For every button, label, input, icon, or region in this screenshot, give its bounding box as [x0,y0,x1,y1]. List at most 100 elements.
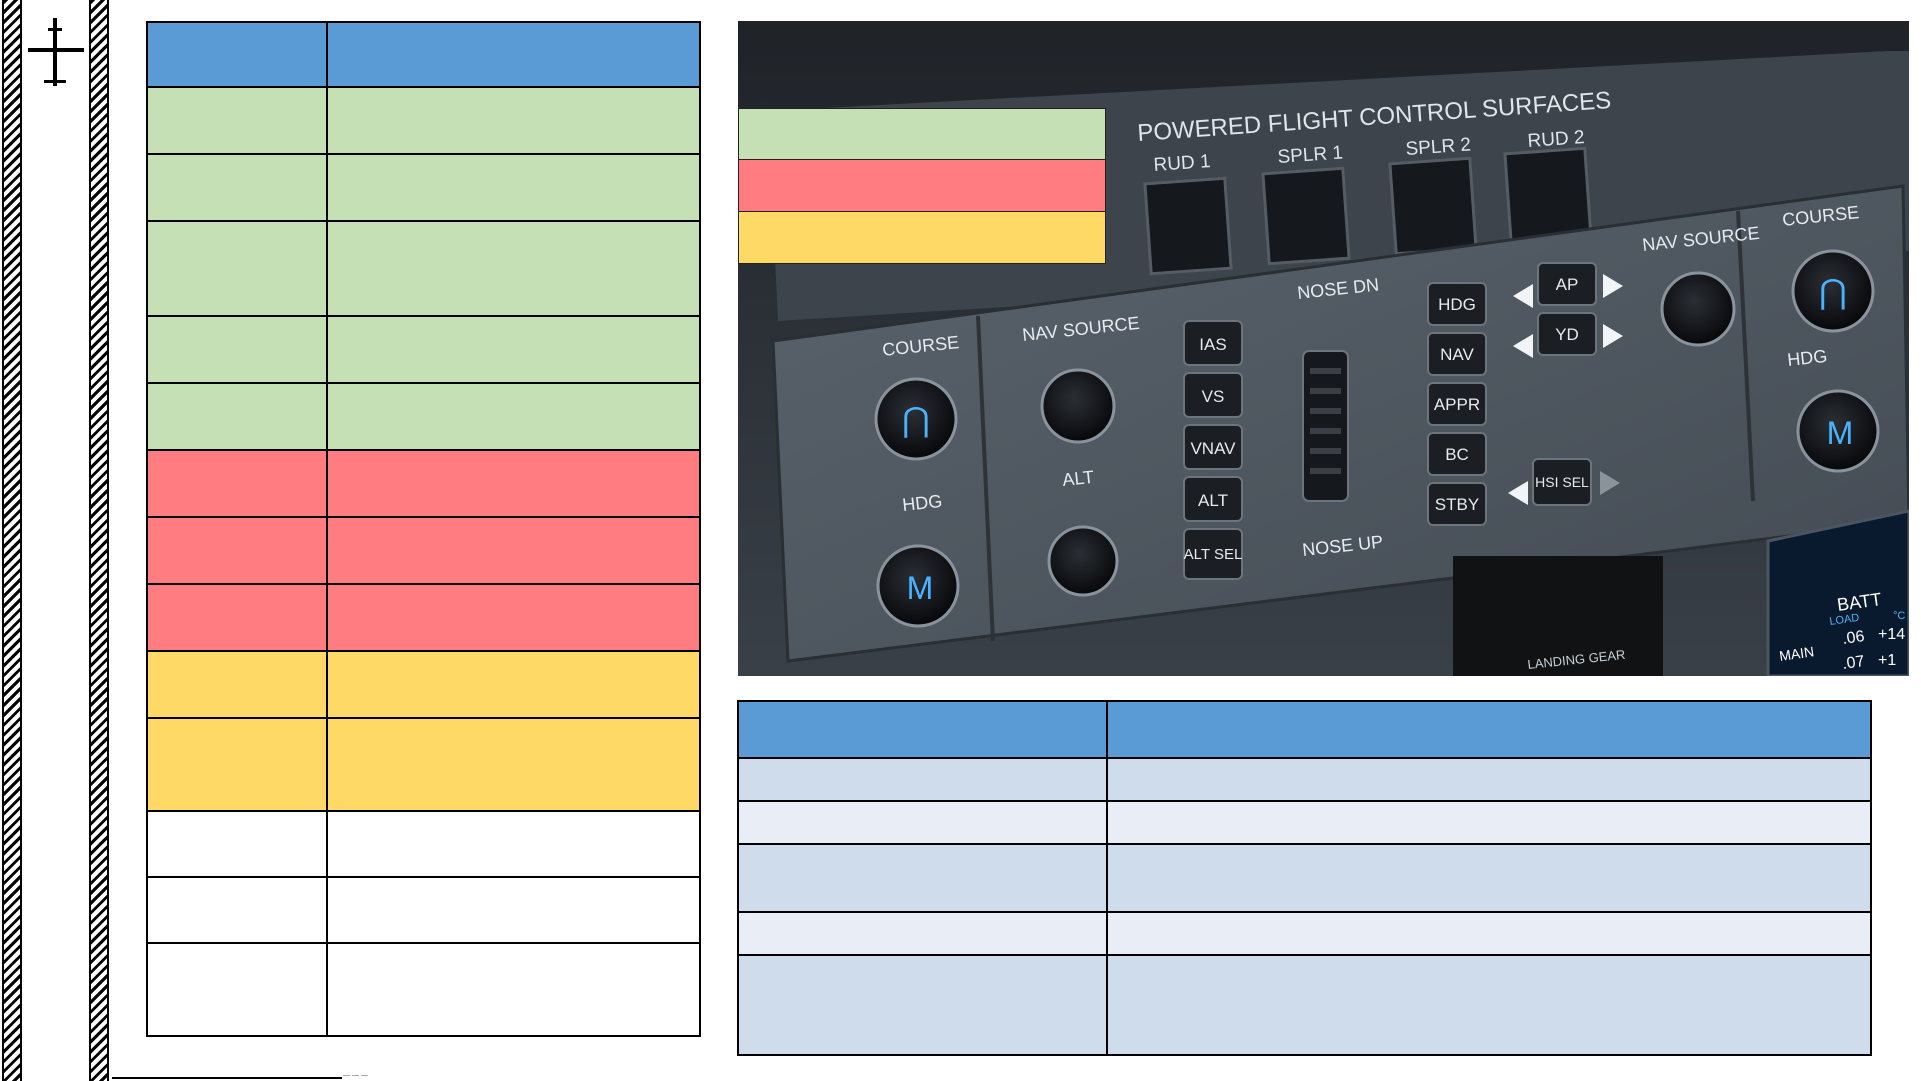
table-cell [326,449,701,518]
color-legend [738,108,1106,264]
table-cell [146,315,328,384]
table-row [737,800,1872,845]
table-cell [737,757,1108,802]
table-row [146,516,701,585]
table-cell [326,583,701,652]
table-cell [146,382,328,451]
table-row [146,86,701,155]
svg-text:STBY: STBY [1435,495,1479,514]
appr-button[interactable]: APPR [1427,382,1487,426]
svg-text:AP: AP [1556,275,1579,294]
hdg-right-label: HDG [1786,346,1828,370]
table-row [146,449,701,518]
hdg-knob[interactable]: M [876,544,960,628]
vs-button[interactable]: VS [1183,372,1243,418]
table-cell [146,650,328,719]
table-cell [1106,843,1872,913]
surface-label: RUD 1 [1153,151,1211,176]
table-cell [326,21,701,88]
svg-text:HDG: HDG [1438,295,1476,314]
table-row [146,315,701,384]
table-cell [1106,757,1872,802]
table-cell [737,954,1108,1056]
table-cell [146,21,328,88]
table-row [146,942,701,1037]
alt-knob[interactable] [1047,525,1119,597]
table-row [737,911,1872,956]
table-cell [1106,911,1872,956]
svg-text:ALT SEL: ALT SEL [1184,546,1243,563]
table-row [146,153,701,222]
table-cell [326,516,701,585]
table-row [146,876,701,944]
table-cell [326,810,701,878]
table-cell [146,449,328,518]
svg-text:.07: .07 [1841,653,1865,673]
svg-text:YD: YD [1555,325,1579,344]
footer-line [112,1077,342,1079]
legend-yellow [738,212,1106,264]
table-row [146,21,701,88]
table-cell [326,650,701,719]
hsi-sel-button[interactable]: HSI SEL [1532,458,1592,506]
table-row [146,717,701,812]
table-row [737,954,1872,1056]
svg-text:VNAV: VNAV [1190,439,1236,458]
table-cell [146,876,328,944]
hdg-label: HDG [901,491,943,515]
left-table [146,21,701,1037]
svg-text:M: M [1827,415,1854,451]
table-row [146,382,701,451]
alt-button[interactable]: ALT [1183,476,1243,522]
footer-text: — — — [343,1072,368,1079]
svg-text:⋂: ⋂ [902,401,930,439]
table-cell [1106,954,1872,1056]
table-cell [146,717,328,812]
table-row [146,220,701,317]
legend-red [738,160,1106,212]
table-row [737,700,1872,759]
table-cell [326,153,701,222]
nav-source-knob[interactable] [1040,368,1116,444]
nav-button[interactable]: NAV [1427,332,1487,376]
table-cell [146,220,328,317]
table-cell [326,717,701,812]
table-row [146,583,701,652]
yd-button[interactable]: YD [1537,312,1597,356]
table-cell [326,86,701,155]
table-cell [146,516,328,585]
hdg-right-knob[interactable]: M [1796,389,1880,473]
svg-text:NAV: NAV [1440,345,1474,364]
ap-button[interactable]: AP [1537,262,1597,306]
table-cell [737,911,1108,956]
legend-green [738,108,1106,160]
table-cell [737,800,1108,845]
table-cell [146,810,328,878]
table-row [737,843,1872,913]
svg-text:APPR: APPR [1434,395,1480,414]
alt-sel-button[interactable]: ALT SEL [1183,528,1243,580]
left-rail [2,0,22,1081]
table-cell [326,876,701,944]
vnav-button[interactable]: VNAV [1183,424,1243,470]
table-cell [326,220,701,317]
svg-text:°C: °C [1893,610,1905,622]
bc-button[interactable]: BC [1427,432,1487,476]
table-cell [326,382,701,451]
svg-text:VS: VS [1202,387,1225,406]
pitch-wheel[interactable] [1302,350,1349,502]
table-cell [1106,700,1872,759]
svg-text:ALT: ALT [1198,491,1228,510]
nav-source-right-knob[interactable] [1660,271,1736,347]
course-right-knob[interactable]: ⋂ [1791,249,1875,333]
svg-text:BC: BC [1445,445,1469,464]
table-cell [146,86,328,155]
batt-display: BATT LOAD °C MAIN .06 +14 .07 +1 [1766,509,1909,676]
table-cell [146,942,328,1037]
stby-button[interactable]: STBY [1427,482,1487,526]
svg-text:+1: +1 [1878,652,1896,669]
course-knob[interactable]: ⋂ [874,377,958,461]
hdg-button[interactable]: HDG [1427,282,1487,326]
table-cell [146,153,328,222]
ias-button[interactable]: IAS [1183,320,1243,366]
